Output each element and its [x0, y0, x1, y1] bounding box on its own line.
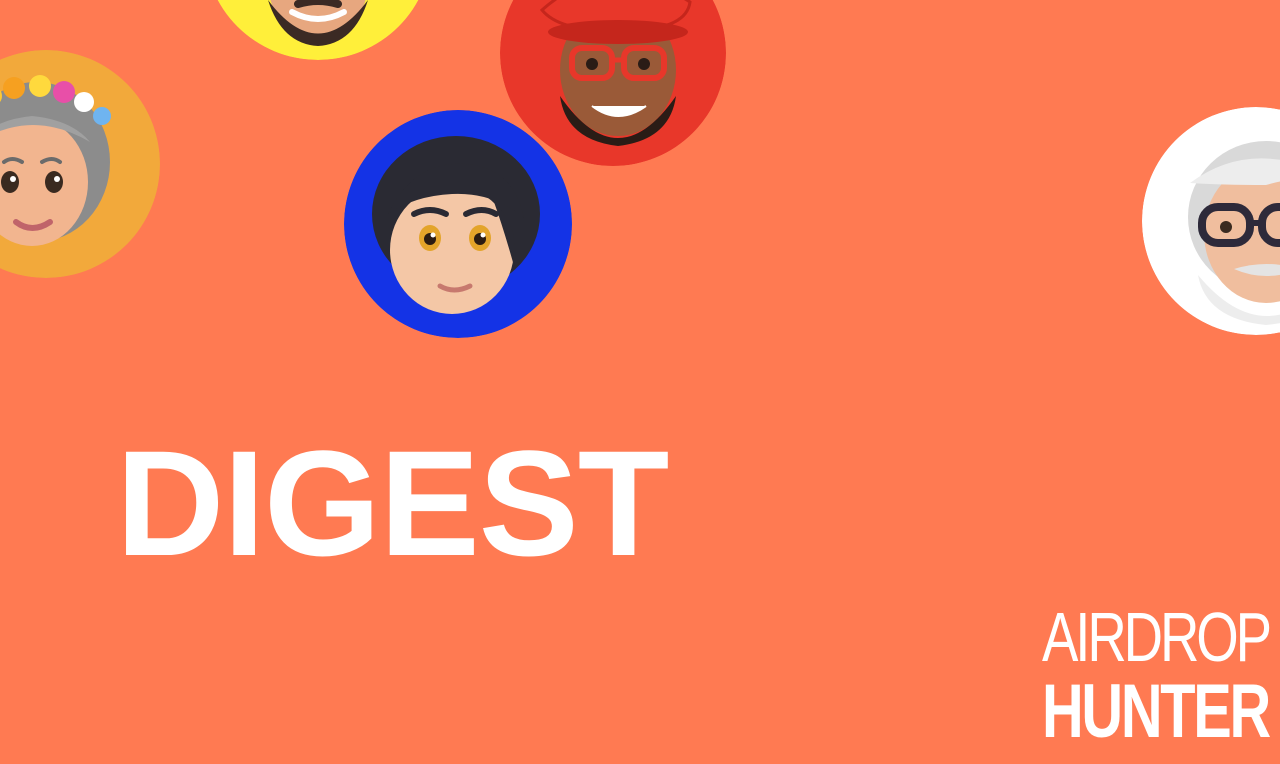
- brand-line-hunter: HUNTER: [1042, 669, 1271, 754]
- brand-logo: AIRDROP HUNTER: [1042, 598, 1272, 754]
- avatar-old-man-glasses: [1142, 107, 1280, 335]
- headline-digest: DIGEST: [116, 419, 669, 587]
- digest-banner: DIGEST AIRDROP HUNTER: [0, 0, 1280, 764]
- brand-line-airdrop: AIRDROP: [1042, 598, 1272, 676]
- avatar-grandma-flower-crown: [0, 50, 160, 278]
- avatar-boy-dark-hair: [344, 110, 572, 338]
- avatar-bearded-man: [204, 0, 432, 60]
